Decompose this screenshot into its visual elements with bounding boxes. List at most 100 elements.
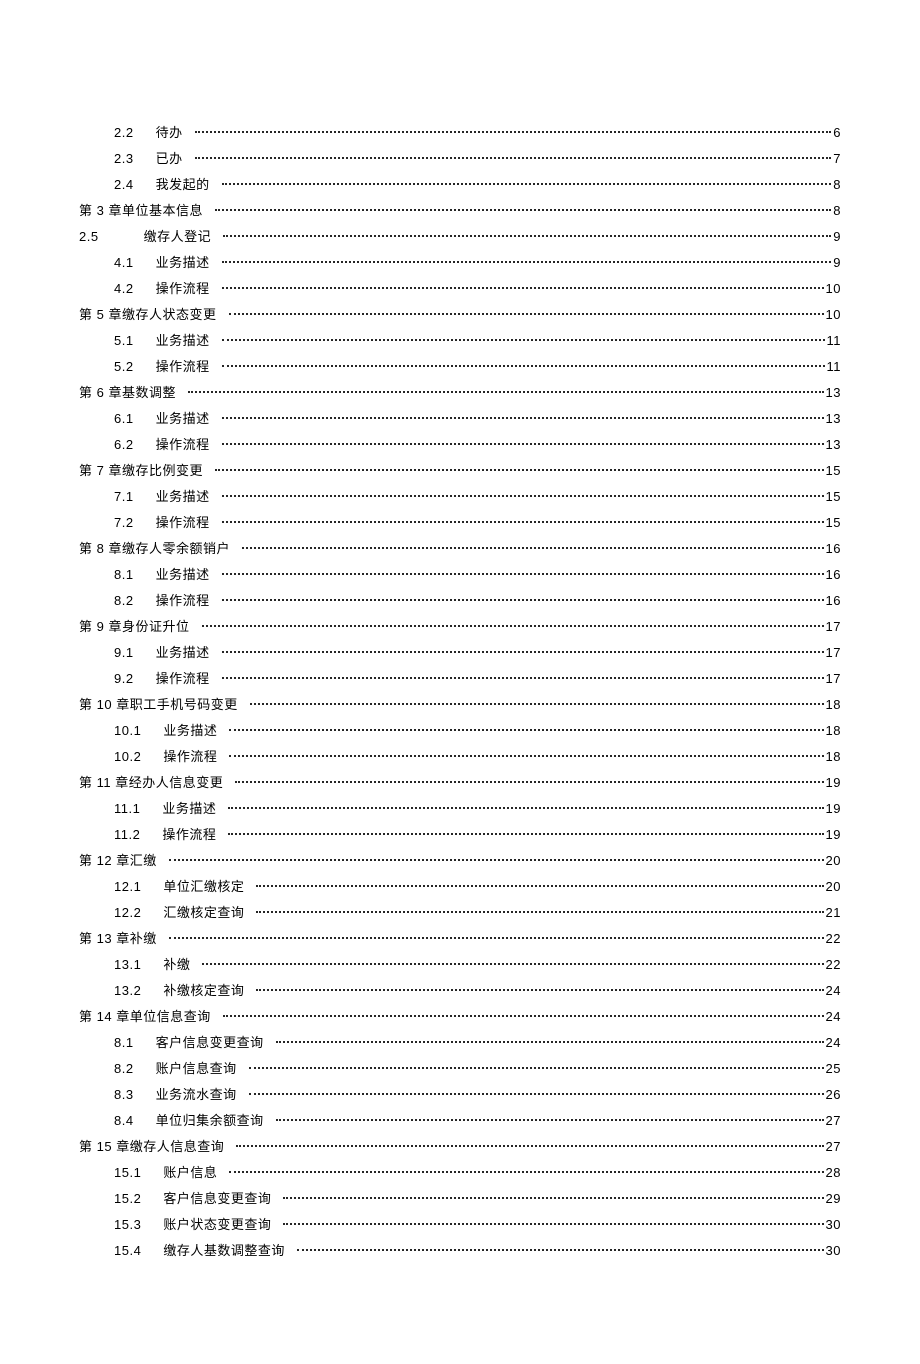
toc-entry[interactable]: 8.4单位归集余额查询27 bbox=[79, 1108, 841, 1134]
toc-entry[interactable]: 第 8 章缴存人零余额销户16 bbox=[79, 536, 841, 562]
toc-leader-dots bbox=[202, 956, 823, 969]
toc-leader-dots bbox=[222, 358, 825, 371]
toc-entry[interactable]: 10.1业务描述18 bbox=[79, 718, 841, 744]
toc-entry[interactable]: 12.2汇缴核定查询21 bbox=[79, 900, 841, 926]
toc-entry[interactable]: 11.2操作流程19 bbox=[79, 822, 841, 848]
toc-entry[interactable]: 8.1客户信息变更查询24 bbox=[79, 1030, 841, 1056]
toc-entry-label: 11.1业务描述 bbox=[114, 796, 226, 822]
toc-entry-title: 已办 bbox=[156, 151, 183, 166]
toc-entry-label: 第 10 章职工手机号码变更 bbox=[79, 692, 248, 718]
toc-entry[interactable]: 4.2操作流程10 bbox=[79, 276, 841, 302]
toc-leader-dots bbox=[283, 1190, 823, 1203]
toc-leader-dots bbox=[169, 852, 824, 865]
toc-entry-title: 业务描述 bbox=[156, 645, 210, 660]
toc-entry[interactable]: 第 10 章职工手机号码变更18 bbox=[79, 692, 841, 718]
toc-entry-number: 第 9 章 bbox=[79, 619, 122, 634]
toc-entry[interactable]: 第 13 章补缴22 bbox=[79, 926, 841, 952]
toc-entry-label: 第 14 章单位信息查询 bbox=[79, 1004, 221, 1030]
toc-entry[interactable]: 2.5缴存人登记9 bbox=[79, 224, 841, 250]
toc-entry[interactable]: 7.1业务描述15 bbox=[79, 484, 841, 510]
toc-entry-number: 8.2 bbox=[114, 1061, 134, 1076]
toc-entry-number: 第 3 章 bbox=[79, 203, 122, 218]
toc-entry-label: 11.2操作流程 bbox=[114, 822, 226, 848]
toc-leader-dots bbox=[256, 878, 823, 891]
toc-entry-title: 经办人信息变更 bbox=[129, 775, 224, 790]
toc-entry[interactable]: 15.3账户状态变更查询30 bbox=[79, 1212, 841, 1238]
toc-entry[interactable]: 8.1业务描述16 bbox=[79, 562, 841, 588]
toc-entry[interactable]: 第 15 章缴存人信息查询27 bbox=[79, 1134, 841, 1160]
toc-entry[interactable]: 第 12 章汇缴20 bbox=[79, 848, 841, 874]
toc-entry-label: 5.1业务描述 bbox=[114, 328, 220, 354]
toc-entry[interactable]: 2.2待办6 bbox=[79, 120, 841, 146]
toc-entry[interactable]: 第 3 章单位基本信息8 bbox=[79, 198, 841, 224]
toc-entry[interactable]: 9.1业务描述17 bbox=[79, 640, 841, 666]
toc-leader-dots bbox=[222, 410, 824, 423]
toc-entry-page: 16 bbox=[826, 588, 841, 614]
toc-entry[interactable]: 4.1业务描述9 bbox=[79, 250, 841, 276]
toc-entry[interactable]: 2.3已办7 bbox=[79, 146, 841, 172]
toc-entry-number: 第 13 章 bbox=[79, 931, 130, 946]
toc-entry-page: 25 bbox=[826, 1056, 841, 1082]
toc-entry[interactable]: 8.3业务流水查询26 bbox=[79, 1082, 841, 1108]
toc-entry-number: 8.2 bbox=[114, 593, 134, 608]
toc-entry-page: 16 bbox=[826, 562, 841, 588]
toc-entry[interactable]: 13.2补缴核定查询24 bbox=[79, 978, 841, 1004]
toc-entry[interactable]: 第 7 章缴存比例变更15 bbox=[79, 458, 841, 484]
toc-leader-dots bbox=[222, 566, 824, 579]
toc-entry[interactable]: 7.2操作流程15 bbox=[79, 510, 841, 536]
toc-entry[interactable]: 12.1单位汇缴核定20 bbox=[79, 874, 841, 900]
toc-entry-label: 12.1单位汇缴核定 bbox=[114, 874, 254, 900]
toc-entry-page: 19 bbox=[826, 796, 841, 822]
toc-entry-number: 15.3 bbox=[114, 1217, 141, 1232]
toc-entry[interactable]: 5.2操作流程11 bbox=[79, 354, 841, 380]
toc-entry-number: 12.2 bbox=[114, 905, 141, 920]
toc-entry[interactable]: 6.1业务描述13 bbox=[79, 406, 841, 432]
toc-entry[interactable]: 第 11 章经办人信息变更19 bbox=[79, 770, 841, 796]
toc-entry-label: 13.2 补缴核定查询 bbox=[114, 978, 254, 1004]
toc-entry[interactable]: 15.2客户信息变更查询29 bbox=[79, 1186, 841, 1212]
toc-entry[interactable]: 第 6 章基数调整13 bbox=[79, 380, 841, 406]
toc-entry-page: 18 bbox=[826, 718, 841, 744]
toc-entry-page: 22 bbox=[826, 926, 841, 952]
toc-leader-dots bbox=[242, 540, 824, 553]
toc-leader-dots bbox=[256, 982, 823, 995]
toc-leader-dots bbox=[222, 176, 832, 189]
toc-entry[interactable]: 5.1业务描述11 bbox=[79, 328, 841, 354]
toc-entry-label: 2.5缴存人登记 bbox=[79, 224, 221, 250]
toc-leader-dots bbox=[222, 670, 824, 683]
toc-leader-dots bbox=[229, 306, 824, 319]
toc-entry-title: 账户状态变更查询 bbox=[163, 1217, 271, 1232]
toc-entry[interactable]: 9.2操作流程17 bbox=[79, 666, 841, 692]
toc-leader-dots bbox=[215, 462, 824, 475]
toc-entry[interactable]: 15.4缴存人基数调整查询30 bbox=[79, 1238, 841, 1264]
toc-entry[interactable]: 6.2操作流程13 bbox=[79, 432, 841, 458]
toc-entry-label: 7.2操作流程 bbox=[114, 510, 220, 536]
toc-entry-label: 2.3已办 bbox=[114, 146, 193, 172]
toc-entry[interactable]: 2.4我发起的8 bbox=[79, 172, 841, 198]
toc-entry[interactable]: 13.1补缴22 bbox=[79, 952, 841, 978]
toc-entry-number: 第 10 章 bbox=[79, 697, 130, 712]
toc-leader-dots bbox=[229, 748, 823, 761]
toc-leader-dots bbox=[202, 618, 824, 631]
toc-entry[interactable]: 8.2操作流程16 bbox=[79, 588, 841, 614]
toc-entry-page: 11 bbox=[827, 354, 842, 380]
toc-entry-title: 补缴核定查询 bbox=[163, 983, 244, 998]
toc-entry-number: 4.1 bbox=[114, 255, 134, 270]
toc-entry-title: 账户信息查询 bbox=[156, 1061, 237, 1076]
toc-entry[interactable]: 第 9 章身份证升位17 bbox=[79, 614, 841, 640]
toc-entry-title: 业务描述 bbox=[156, 333, 210, 348]
toc-entry[interactable]: 10.2操作流程18 bbox=[79, 744, 841, 770]
toc-entry-number: 第 12 章 bbox=[79, 853, 130, 868]
toc-entry[interactable]: 15.1账户信息28 bbox=[79, 1160, 841, 1186]
toc-entry[interactable]: 11.1业务描述 19 bbox=[79, 796, 841, 822]
toc-entry-title: 缴存人信息查询 bbox=[130, 1139, 225, 1154]
toc-entry[interactable]: 8.2 账户信息查询 25 bbox=[79, 1056, 841, 1082]
toc-entry-label: 15.1账户信息 bbox=[114, 1160, 227, 1186]
toc-entry-number: 13.2 bbox=[114, 983, 141, 998]
toc-entry[interactable]: 第 14 章单位信息查询24 bbox=[79, 1004, 841, 1030]
toc-leader-dots bbox=[256, 904, 823, 917]
toc-entry-page: 13 bbox=[826, 432, 841, 458]
toc-entry-page: 29 bbox=[826, 1186, 841, 1212]
toc-entry[interactable]: 第 5 章缴存人状态变更10 bbox=[79, 302, 841, 328]
toc-leader-dots bbox=[195, 124, 832, 137]
